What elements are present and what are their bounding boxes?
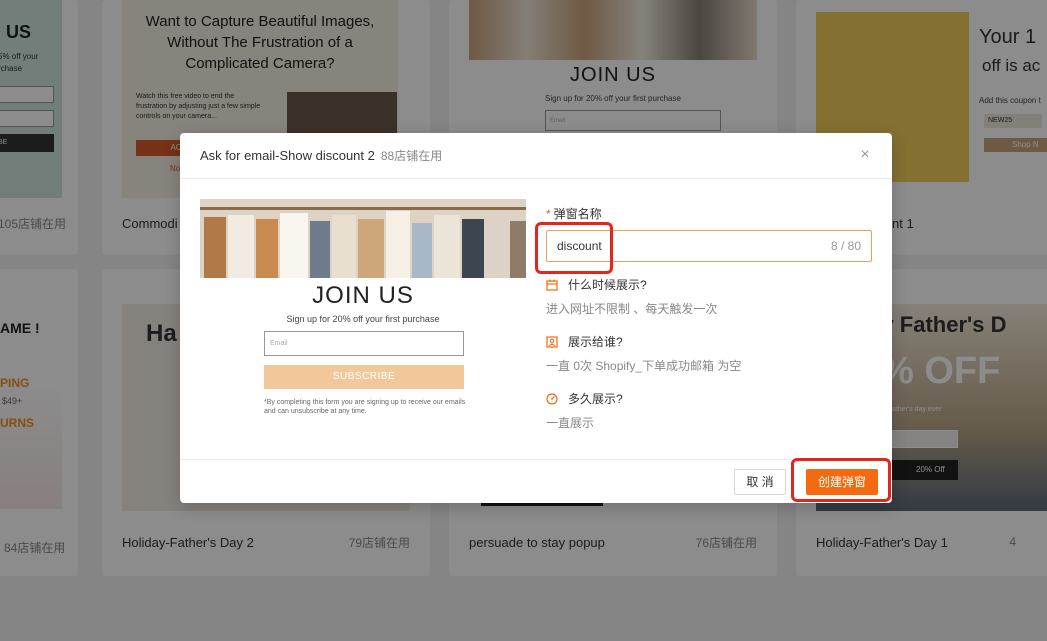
preview-email-input: Email <box>264 331 464 356</box>
who-description: 一直 0次 Shopify_下单成功邮箱 为空 <box>546 359 742 373</box>
preview-image <box>200 199 526 278</box>
dialog-usage-count: 88店铺在用 <box>380 149 443 163</box>
close-icon[interactable]: × <box>856 146 874 164</box>
how-long-section: 多久展示? 一直展示 <box>546 390 872 431</box>
hangers-image <box>200 199 526 278</box>
who-label: 展示给谁? <box>568 335 623 349</box>
popup-settings-form: * 弹窗名称 discount 8 / 80 什么时候展示? 进入网址不限制 、每… <box>546 205 872 431</box>
popup-preview: JOIN US Sign up for 20% off your first p… <box>200 199 526 429</box>
preview-subscribe-button: SUBSCRIBE <box>264 365 464 389</box>
preview-disclaimer: *By completing this form you are signing… <box>264 399 466 415</box>
popup-name-input[interactable]: discount 8 / 80 <box>546 230 872 262</box>
when-description: 进入网址不限制 、每天触发一次 <box>546 302 718 316</box>
popup-name-label-text: 弹窗名称 <box>553 207 602 221</box>
how-long-description: 一直展示 <box>546 416 595 430</box>
calendar-icon <box>546 279 558 291</box>
audience-icon <box>546 335 558 348</box>
required-mark: * <box>546 207 551 221</box>
char-count: 8 / 80 <box>830 239 861 253</box>
how-long-label: 多久展示? <box>568 392 623 406</box>
preview-heading: JOIN US <box>312 282 414 309</box>
popup-name-value: discount <box>557 239 602 253</box>
when-section: 什么时候展示? 进入网址不限制 、每天触发一次 <box>546 276 872 317</box>
dialog-title: Ask for email-Show discount 2 <box>200 148 375 163</box>
create-popup-dialog: Ask for email-Show discount 2 88店铺在用 × J… <box>180 133 892 503</box>
gauge-icon <box>546 392 558 405</box>
cancel-button[interactable]: 取 消 <box>734 469 786 495</box>
who-section: 展示给谁? 一直 0次 Shopify_下单成功邮箱 为空 <box>546 333 872 374</box>
preview-text: Sign up for 20% off your first purchase <box>286 314 440 324</box>
create-popup-button[interactable]: 创建弹窗 <box>806 469 878 495</box>
dialog-header: Ask for email-Show discount 2 88店铺在用 × <box>180 133 892 179</box>
dialog-footer: 取 消 创建弹窗 <box>180 459 892 503</box>
popup-name-label: * 弹窗名称 <box>546 205 872 222</box>
when-label: 什么时候展示? <box>568 278 647 292</box>
